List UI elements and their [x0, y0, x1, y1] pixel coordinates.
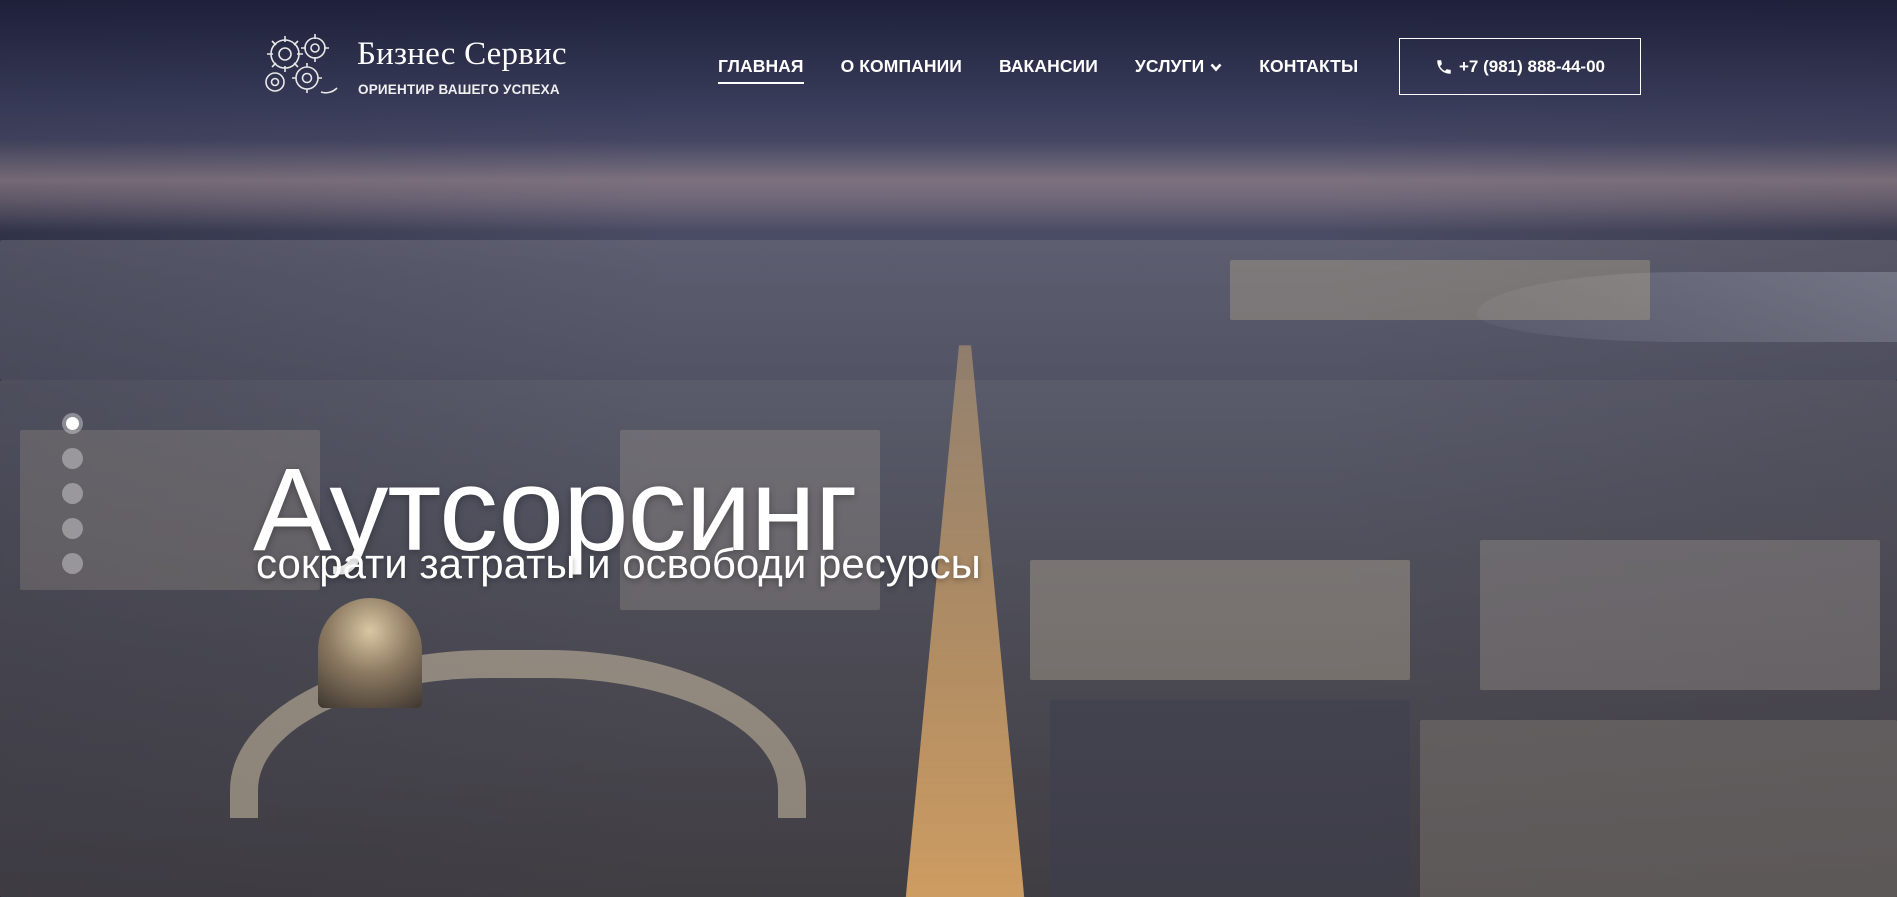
- nav-item-services-label: УСЛУГИ: [1134, 56, 1205, 76]
- brand-name: Бизнес Сервис: [357, 36, 567, 72]
- phone-button[interactable]: +7 (981) 888-44-00: [1399, 38, 1641, 95]
- nav-item-contacts[interactable]: КОНТАКТЫ: [1259, 56, 1358, 77]
- nav-item-services[interactable]: УСЛУГИ: [1135, 56, 1222, 77]
- nav-item-home[interactable]: ГЛАВНАЯ: [718, 56, 804, 84]
- phone-number: +7 (981) 888-44-00: [1458, 56, 1606, 76]
- slider-dot-1[interactable]: [62, 413, 83, 434]
- slider-dot-5[interactable]: [62, 553, 83, 574]
- brand-tagline: ОРИЕНТИР ВАШЕГО УСПЕХА: [358, 82, 560, 97]
- hero-subtitle: сократи затраты и освободи ресурсы: [256, 540, 981, 587]
- gears-icon: [265, 34, 338, 94]
- brand-logo[interactable]: Бизнес Сервис ОРИЕНТИР ВАШЕГО УСПЕХА: [255, 28, 575, 108]
- phone-icon: [1437, 59, 1451, 74]
- slider-dot-4[interactable]: [62, 518, 83, 539]
- chevron-down-icon: [1210, 63, 1222, 72]
- slider-dot-3[interactable]: [62, 483, 83, 504]
- nav-item-vacancies[interactable]: ВАКАНСИИ: [999, 56, 1098, 77]
- main-nav: ГЛАВНАЯ О КОМПАНИИ ВАКАНСИИ УСЛУГИ КОНТА…: [718, 56, 1395, 84]
- cathedral-dome: [318, 598, 422, 708]
- slider-dot-2[interactable]: [62, 448, 83, 469]
- slider-dots: [62, 413, 83, 588]
- nav-item-about[interactable]: О КОМПАНИИ: [841, 56, 962, 77]
